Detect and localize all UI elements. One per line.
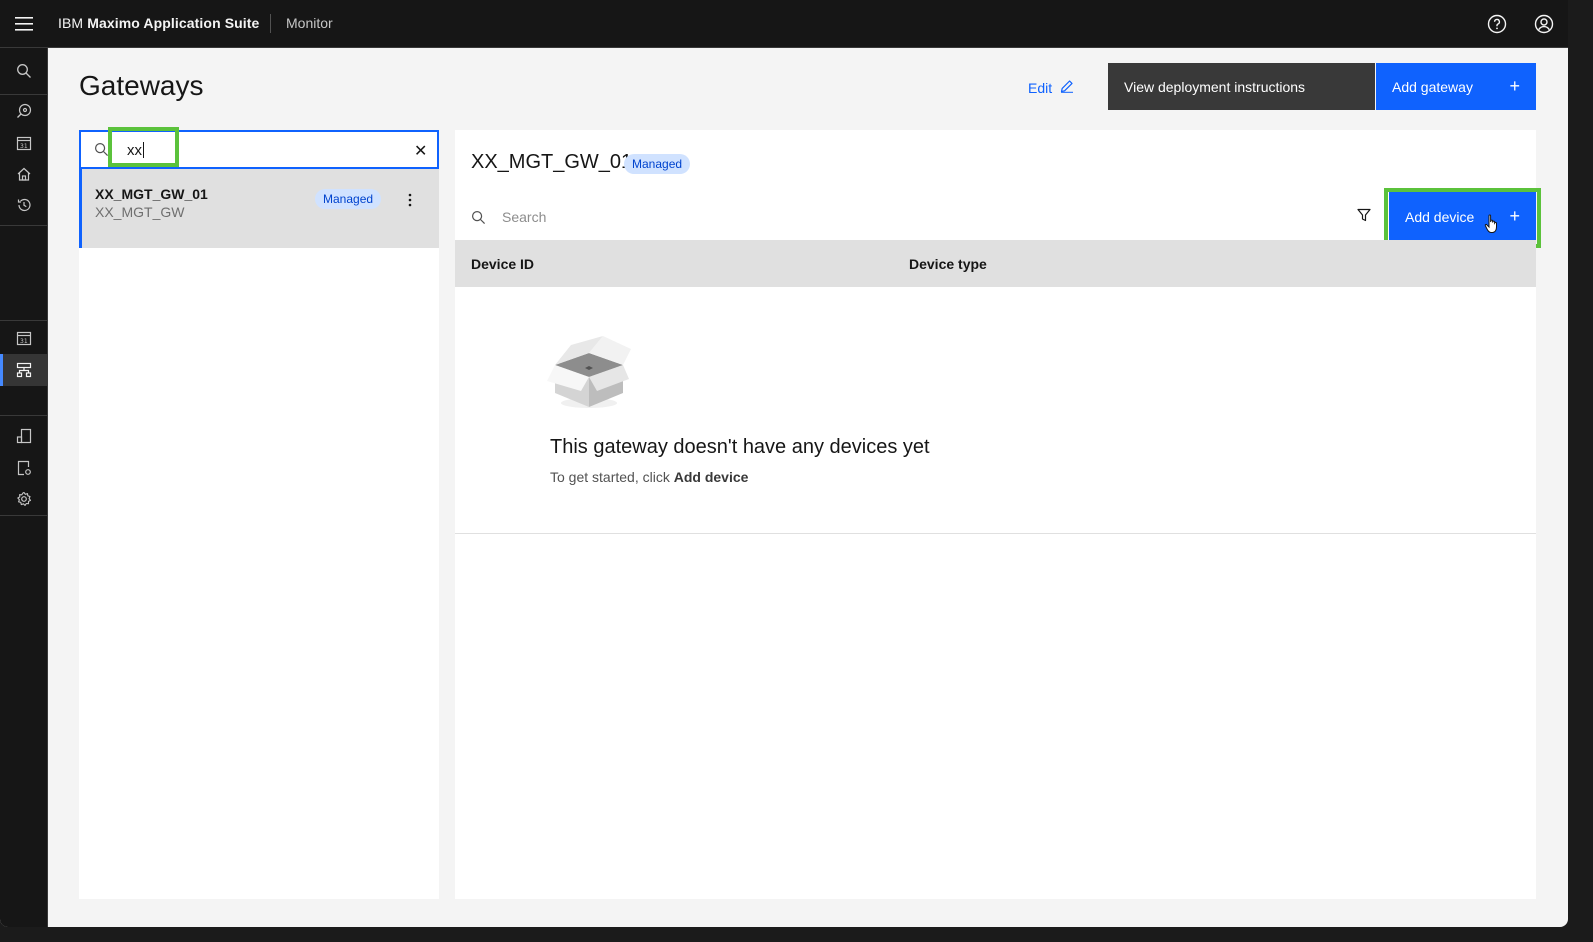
device-search-input[interactable]: Search [502, 209, 546, 225]
pencil-icon [1060, 79, 1074, 96]
menu-icon[interactable] [0, 0, 47, 47]
calendar-icon[interactable]: 31 [0, 322, 47, 354]
clear-icon[interactable]: ✕ [414, 141, 427, 161]
add-gateway-label: Add gateway [1392, 79, 1473, 95]
home-icon[interactable] [0, 158, 47, 190]
filter-icon[interactable] [1356, 207, 1372, 228]
gateway-name: XX_MGT_GW_01 [95, 186, 208, 202]
settings-icon[interactable] [0, 483, 47, 515]
search-icon [471, 210, 486, 230]
device-icon[interactable] [0, 420, 47, 452]
gauge-icon[interactable] [0, 95, 47, 127]
top-header: IBM Maximo Application Suite Monitor [0, 0, 1568, 48]
empty-state-title: This gateway doesn't have any devices ye… [550, 436, 930, 458]
device-table-header: Device ID Device type [455, 240, 1536, 287]
calendar-icon[interactable]: 31 [0, 127, 47, 159]
gateway-list-panel: xx ✕ XX_MGT_GW_01 XX_MGT_GW Managed [79, 127, 439, 899]
help-icon[interactable] [1473, 0, 1520, 47]
side-nav: 31 31 [0, 48, 48, 927]
gateway-icon[interactable] [0, 354, 47, 386]
overflow-menu-icon[interactable] [408, 193, 412, 212]
empty-state-subtitle: To get started, click Add device [550, 469, 749, 485]
view-instructions-label: View deployment instructions [1124, 79, 1306, 95]
highlight-box [1384, 188, 1541, 248]
gateway-detail-title: XX_MGT_GW_01 [471, 151, 633, 173]
plus-icon: + [1509, 76, 1520, 96]
header-divider [270, 14, 271, 33]
highlight-box [108, 127, 179, 167]
gateway-list-item[interactable]: XX_MGT_GW_01 XX_MGT_GW Managed [79, 169, 439, 248]
svg-text:31: 31 [20, 338, 28, 345]
managed-tag: Managed [624, 154, 691, 174]
edit-label: Edit [1028, 79, 1053, 96]
gateway-type: XX_MGT_GW [95, 204, 185, 220]
column-header-device-type[interactable]: Device type [909, 256, 987, 272]
app-window: IBM Maximo Application Suite Monitor 31 [0, 0, 1568, 927]
empty-state-action: Add device [673, 469, 749, 485]
add-gateway-button[interactable]: Add gateway + [1376, 63, 1536, 110]
user-avatar-icon[interactable] [1520, 0, 1567, 47]
view-deployment-instructions-button[interactable]: View deployment instructions [1108, 63, 1375, 110]
history-icon[interactable] [0, 189, 47, 221]
brand-name: Maximo Application Suite [87, 15, 260, 31]
edit-link[interactable]: Edit [1028, 79, 1074, 96]
search-icon[interactable] [0, 55, 47, 87]
column-header-device-id[interactable]: Device ID [471, 256, 534, 272]
empty-state: This gateway doesn't have any devices ye… [455, 287, 1536, 534]
product-brand[interactable]: IBM Maximo Application Suite [58, 15, 259, 31]
device-settings-icon[interactable] [0, 452, 47, 484]
managed-tag: Managed [315, 189, 382, 209]
svg-text:31: 31 [20, 143, 28, 150]
page-title: Gateways [79, 70, 204, 101]
empty-box-icon [547, 335, 631, 416]
gateway-detail-panel: XX_MGT_GW_01 Managed Search Add device +… [455, 130, 1541, 899]
search-icon [94, 142, 109, 162]
app-name: Monitor [286, 15, 333, 31]
brand-prefix: IBM [58, 15, 84, 31]
